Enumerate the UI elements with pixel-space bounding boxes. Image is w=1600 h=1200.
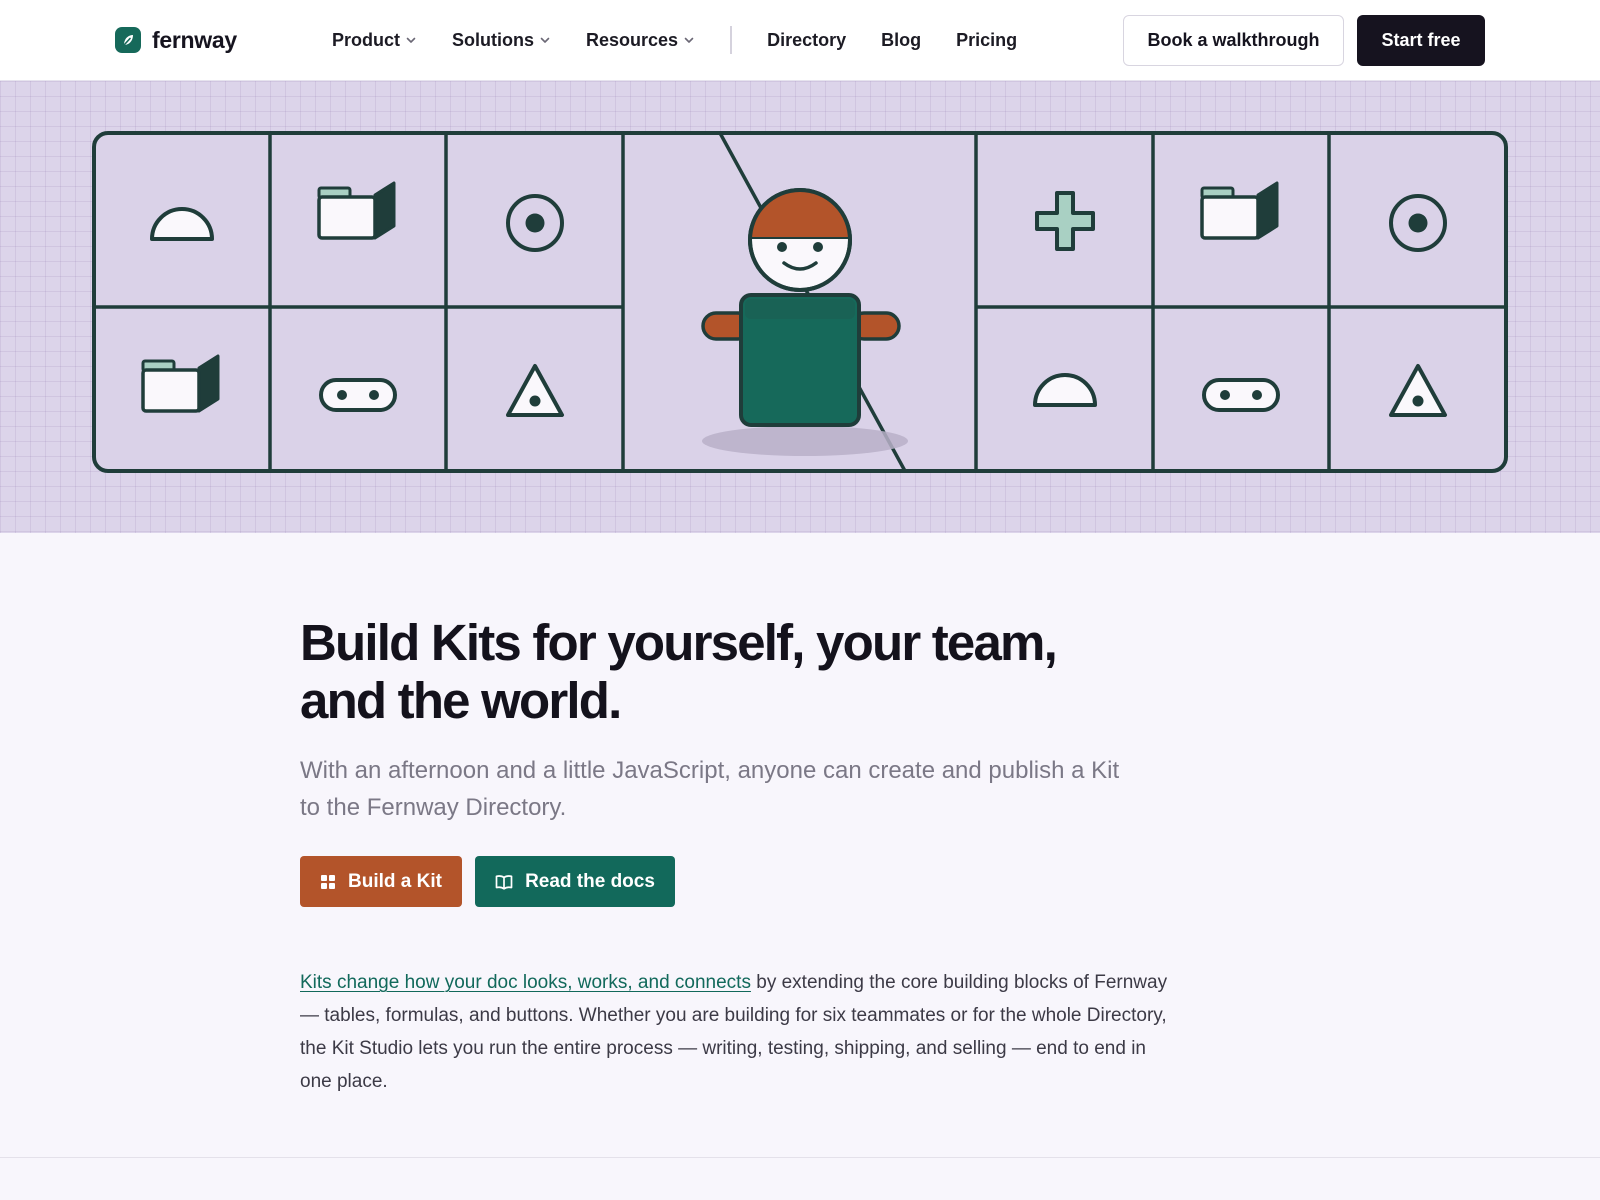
headline-line-1: Build Kits for yourself, your team, (300, 614, 1058, 671)
book-icon (495, 874, 513, 890)
brand-logo[interactable]: fernway (115, 26, 237, 54)
book-walkthrough-button[interactable]: Book a walkthrough (1123, 15, 1344, 66)
brand-name: fernway (152, 26, 237, 53)
pill-icon (319, 378, 397, 412)
read-the-docs-button[interactable]: Read the docs (475, 856, 675, 907)
nav-pricing[interactable]: Pricing (956, 30, 1017, 51)
nav-resources[interactable]: Resources (586, 30, 695, 51)
chevron-down-icon (405, 34, 417, 46)
page-subtitle: With an afternoon and a little JavaScrip… (300, 757, 1120, 821)
nav-blog[interactable]: Blog (881, 30, 921, 51)
pill-icon (1202, 378, 1280, 412)
headline-line-2: and the world. (300, 672, 622, 729)
read-the-docs-label: Read the docs (525, 870, 655, 892)
kit-grid-illustration (92, 131, 1508, 473)
page-headline: Build Kits for yourself, your team, and … (300, 614, 1100, 730)
kits-change-link[interactable]: Kits change how your doc looks, works, a… (300, 972, 751, 993)
build-a-kit-label: Build a Kit (348, 870, 442, 892)
build-a-kit-button[interactable]: Build a Kit (300, 856, 462, 907)
start-free-button[interactable]: Start free (1357, 15, 1485, 66)
chevron-down-icon (539, 34, 551, 46)
kits-description: Kits change how your doc looks, works, a… (300, 966, 1180, 1098)
grid-icon (320, 874, 336, 890)
main-nav: Product Solutions Resources Directory Bl… (332, 26, 1052, 54)
nav-product-label: Product (332, 29, 401, 50)
nav-solutions[interactable]: Solutions (452, 30, 551, 51)
hero-banner (0, 81, 1600, 533)
section-divider (0, 1157, 1600, 1158)
nav-divider (730, 26, 733, 54)
chevron-down-icon (683, 34, 695, 46)
top-navigation-bar: fernway Product Solutions Resources Dire… (0, 0, 1600, 81)
nav-product[interactable]: Product (332, 30, 417, 51)
nav-resources-label: Resources (586, 29, 679, 50)
nav-directory[interactable]: Directory (767, 30, 846, 51)
fernway-leaf-icon (115, 27, 141, 53)
nav-solutions-label: Solutions (452, 29, 535, 50)
